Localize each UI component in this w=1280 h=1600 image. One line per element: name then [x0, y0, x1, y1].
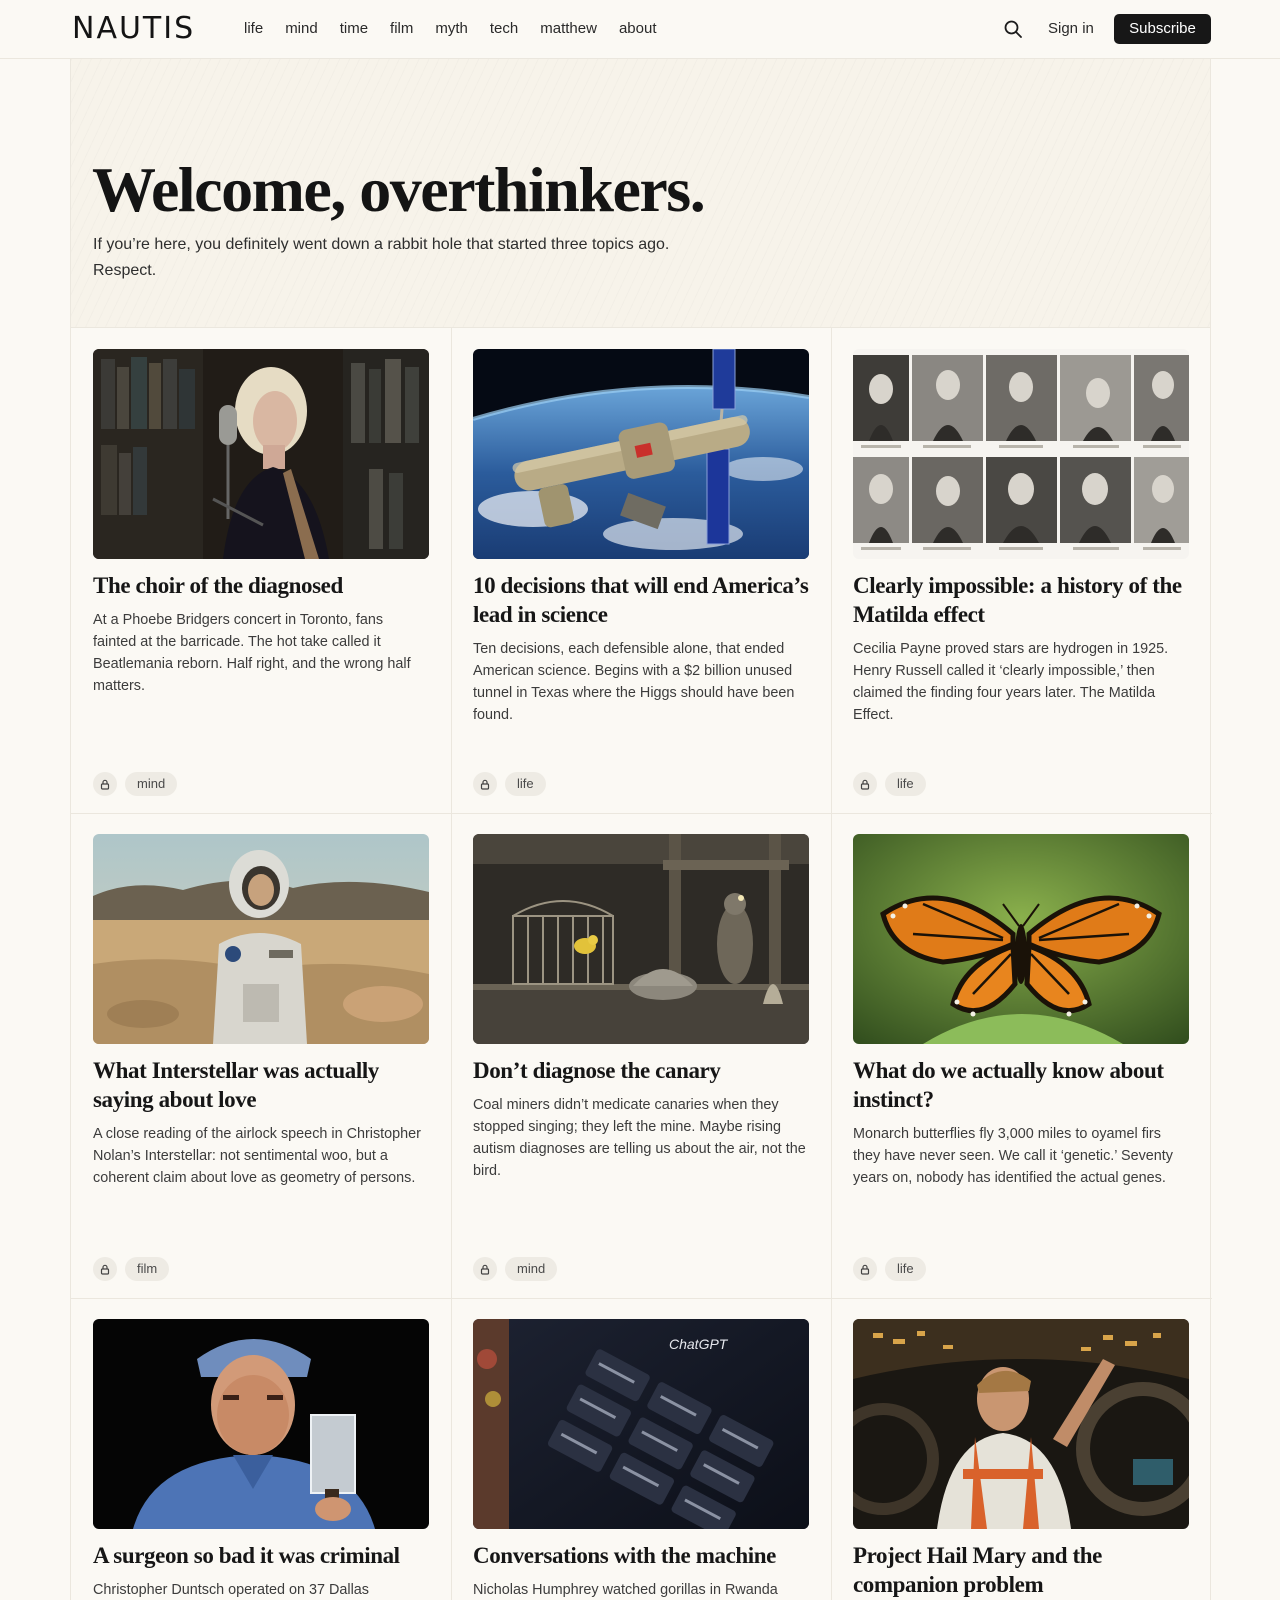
lock-icon [93, 772, 117, 796]
nav-item-time[interactable]: time [340, 19, 368, 39]
lock-icon [853, 772, 877, 796]
space-station-illustration [473, 349, 809, 559]
astronaut-desert-illustration [93, 834, 429, 1044]
grid-divider [831, 328, 832, 1600]
nav-item-myth[interactable]: myth [435, 19, 468, 39]
lock-icon [93, 1257, 117, 1281]
article-tags: film [93, 1257, 170, 1281]
lock-icon [853, 1257, 877, 1281]
grid-divider [451, 328, 452, 1600]
hero-title: Welcome, overthinkers. [92, 154, 706, 225]
article-title[interactable]: What do we actually know about instinct? [853, 1056, 1189, 1114]
hero-section: Welcome, overthinkers. If you’re here, y… [70, 59, 1211, 327]
article-tag[interactable]: mind [125, 772, 178, 796]
article-title[interactable]: 10 decisions that will end America’s lea… [473, 571, 809, 629]
surgeon-cleaver-illustration [93, 1319, 429, 1529]
article-description: Ten decisions, each defensible alone, th… [473, 641, 795, 723]
top-navigation-bar: NAUTIS life mind time film myth tech mat… [0, 0, 1280, 59]
article-image-canary-mine[interactable] [473, 834, 809, 1044]
nav-item-film[interactable]: film [390, 19, 413, 39]
article-tag[interactable]: life [885, 1257, 926, 1281]
article-tag[interactable]: film [125, 1257, 170, 1281]
nav-item-matthew[interactable]: matthew [540, 19, 597, 39]
scientist-portraits-collage [853, 349, 1189, 559]
article-image-portrait-grid[interactable] [853, 349, 1189, 559]
lock-icon [473, 772, 497, 796]
article-tag[interactable]: mind [505, 1257, 558, 1281]
article-title[interactable]: Project Hail Mary and the companion prob… [853, 1541, 1189, 1599]
article-image-concert-singer[interactable] [93, 349, 429, 559]
article-title[interactable]: Don’t diagnose the canary [473, 1056, 809, 1085]
article-grid: The choir of the diagnosed At a Phoebe B… [70, 327, 1212, 1600]
search-icon[interactable] [1003, 19, 1023, 39]
canary-mine-illustration [473, 834, 809, 1044]
article-tag[interactable]: life [505, 772, 546, 796]
nav-item-tech[interactable]: tech [490, 19, 518, 39]
article-tags: life [853, 772, 926, 796]
chatgpt-screen-caption: ChatGPT [669, 1336, 729, 1352]
article-tags: mind [473, 1257, 558, 1281]
article-title[interactable]: The choir of the diagnosed [93, 571, 429, 600]
hero-subtitle: If you’re here, you definitely went down… [93, 236, 670, 279]
article-image-space-station[interactable] [473, 349, 809, 559]
grid-divider [71, 1298, 1212, 1299]
article-image-monarch-butterfly[interactable] [853, 834, 1189, 1044]
article-description: A close reading of the airlock speech in… [93, 1126, 421, 1186]
article-title[interactable]: What Interstellar was actually saying ab… [93, 1056, 429, 1114]
article-tag[interactable]: life [885, 772, 926, 796]
spaceship-cockpit-illustration [853, 1319, 1189, 1529]
article-title[interactable]: Conversations with the machine [473, 1541, 809, 1570]
nav-item-life[interactable]: life [244, 19, 263, 39]
article-title[interactable]: Clearly impossible: a history of the Mat… [853, 571, 1189, 629]
article-image-astronaut-desert[interactable] [93, 834, 429, 1044]
article-description: Nicholas Humphrey watched gorillas in Rw… [473, 1582, 778, 1598]
article-tags: life [473, 772, 546, 796]
site-logo[interactable]: NAUTIS [72, 14, 214, 44]
nav-item-mind[interactable]: mind [285, 19, 318, 39]
chatgpt-screen-illustration: ChatGPT [473, 1319, 809, 1529]
nav-item-about[interactable]: about [619, 19, 657, 39]
article-title[interactable]: A surgeon so bad it was criminal [93, 1541, 429, 1570]
sign-in-link[interactable]: Sign in [1048, 19, 1094, 39]
grid-divider [71, 813, 1212, 814]
article-image-chatgpt-screen[interactable]: ChatGPT [473, 1319, 809, 1529]
article-description: Monarch butterflies fly 3,000 miles to o… [853, 1126, 1173, 1186]
monarch-butterfly-illustration [853, 834, 1189, 1044]
lock-icon [473, 1257, 497, 1281]
article-image-spaceship-cockpit[interactable] [853, 1319, 1189, 1529]
subscribe-button[interactable]: Subscribe [1114, 14, 1211, 44]
article-description: Christopher Duntsch operated on 37 Dalla… [93, 1582, 369, 1598]
concert-singer-illustration [93, 349, 429, 559]
article-description: At a Phoebe Bridgers concert in Toronto,… [93, 612, 411, 694]
article-tags: mind [93, 772, 178, 796]
article-description: Coal miners didn’t medicate canaries whe… [473, 1097, 806, 1179]
article-description: Cecilia Payne proved stars are hydrogen … [853, 641, 1169, 723]
article-tags: life [853, 1257, 926, 1281]
main-nav: life mind time film myth tech matthew ab… [244, 19, 679, 39]
article-image-surgeon[interactable] [93, 1319, 429, 1529]
